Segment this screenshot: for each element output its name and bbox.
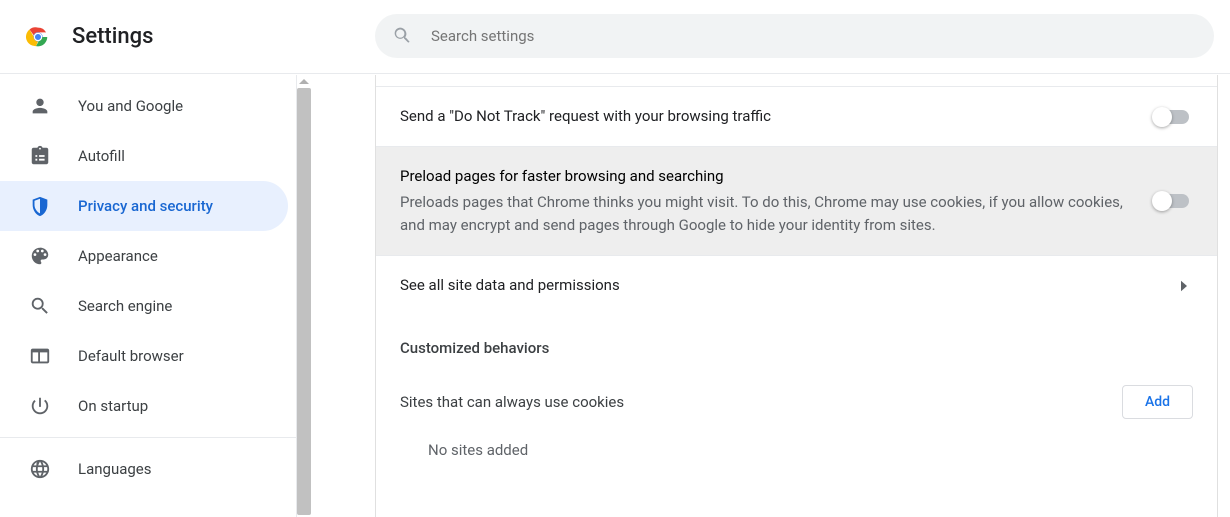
scrollbar-thumb[interactable] <box>297 88 311 515</box>
sidebar-item-default-browser[interactable]: Default browser <box>0 331 288 381</box>
row-sites-always-cookies: Sites that can always use cookies Add <box>376 361 1217 421</box>
sidebar-item-you-and-google[interactable]: You and Google <box>0 81 288 131</box>
row-title: Preload pages for faster browsing and se… <box>400 165 1135 188</box>
add-button[interactable]: Add <box>1122 385 1193 419</box>
sidebar-item-languages[interactable]: Languages <box>0 444 288 494</box>
row-preload-pages[interactable]: Preload pages for faster browsing and se… <box>376 147 1217 256</box>
toggle-preload-pages[interactable] <box>1155 194 1189 208</box>
section-heading-customized-behaviors: Customized behaviors <box>376 315 1217 361</box>
row-title: Send a "Do Not Track" request with your … <box>400 105 1135 128</box>
search-icon <box>393 26 413 46</box>
power-icon <box>28 394 52 418</box>
globe-icon <box>28 457 52 481</box>
sidebar-item-privacy-security[interactable]: Privacy and security <box>0 181 288 231</box>
row-do-not-track[interactable]: Send a "Do Not Track" request with your … <box>376 87 1217 147</box>
toggle-do-not-track[interactable] <box>1155 110 1189 124</box>
browser-icon <box>28 344 52 368</box>
sidebar-item-label: Default browser <box>78 347 184 365</box>
search-bar[interactable] <box>375 14 1214 58</box>
shield-icon <box>28 194 52 218</box>
main-content: Send a "Do Not Track" request with your … <box>312 75 1230 517</box>
row-subtitle: Preloads pages that Chrome thinks you mi… <box>400 191 1135 238</box>
sidebar-item-label: Appearance <box>78 247 158 265</box>
row-title: See all site data and permissions <box>400 274 1155 297</box>
clipboard-icon <box>28 144 52 168</box>
sidebar-item-search-engine[interactable]: Search engine <box>0 281 288 331</box>
sidebar-scrollbar[interactable] <box>297 75 312 517</box>
row-label: Sites that can always use cookies <box>400 393 624 411</box>
row-see-all-site-data[interactable]: See all site data and permissions <box>376 256 1217 315</box>
sidebar: You and Google Autofill Privacy and secu… <box>0 75 312 517</box>
sidebar-item-label: Autofill <box>78 147 125 165</box>
chrome-logo-icon <box>24 23 52 51</box>
search-icon <box>28 294 52 318</box>
sidebar-item-label: Languages <box>78 460 152 478</box>
sidebar-item-label: On startup <box>78 397 148 415</box>
sidebar-item-label: Privacy and security <box>78 197 213 215</box>
sidebar-item-autofill[interactable]: Autofill <box>0 131 288 181</box>
empty-sites-message: No sites added <box>376 421 1217 459</box>
header: Settings <box>0 0 1230 74</box>
sidebar-item-on-startup[interactable]: On startup <box>0 381 288 431</box>
chevron-right-icon <box>1175 277 1193 295</box>
page-title: Settings <box>72 24 153 49</box>
user-icon <box>28 94 52 118</box>
palette-icon <box>28 244 52 268</box>
sidebar-item-appearance[interactable]: Appearance <box>0 231 288 281</box>
search-input[interactable] <box>431 14 1196 58</box>
sidebar-item-label: Search engine <box>78 297 172 315</box>
sidebar-item-label: You and Google <box>78 97 183 115</box>
sidebar-separator <box>0 437 296 438</box>
scroll-up-icon <box>299 79 309 84</box>
